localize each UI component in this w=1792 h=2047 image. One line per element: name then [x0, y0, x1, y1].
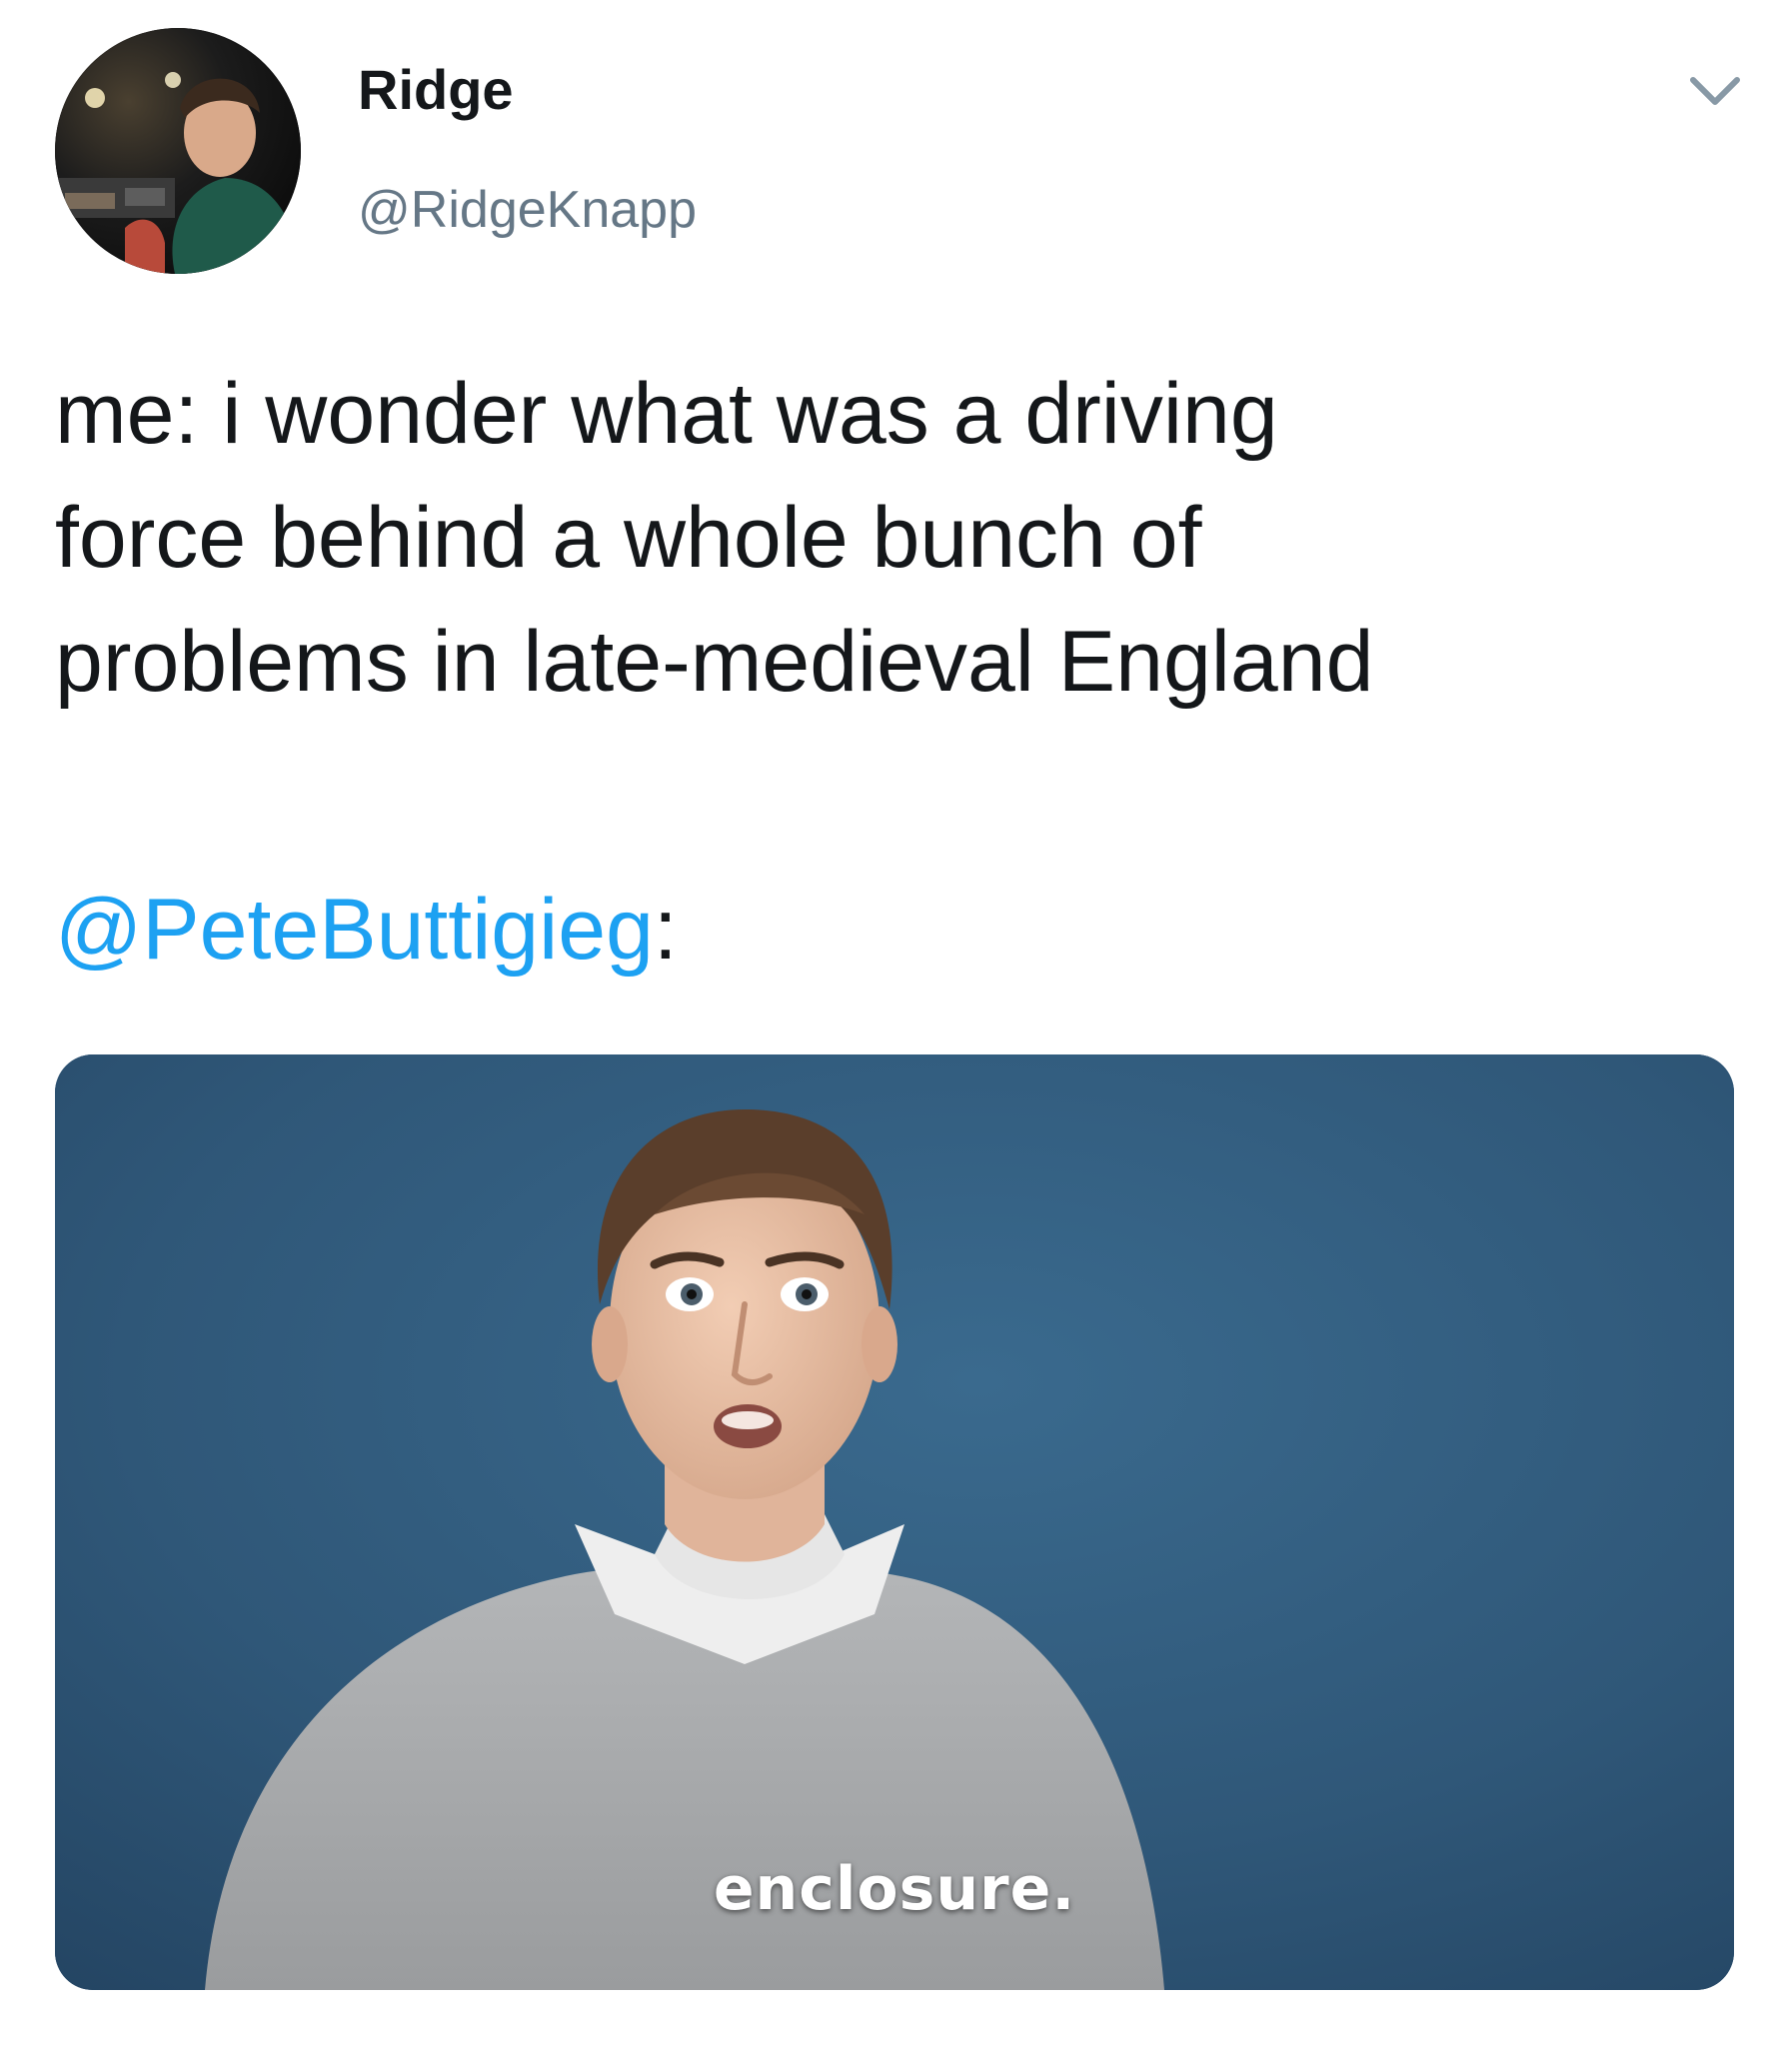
author-display-name[interactable]: Ridge: [358, 62, 514, 118]
mention-link[interactable]: @PeteButtigieg: [55, 882, 654, 978]
media-caption: enclosure.: [713, 1854, 1076, 1924]
mention-line: @PeteButtigieg:: [55, 868, 678, 992]
chevron-down-icon[interactable]: [1687, 72, 1743, 112]
tweet-text: me: i wonder what was a driving force be…: [55, 352, 1734, 724]
media-image: [55, 1054, 1734, 1990]
tweet-text-line: force behind a whole bunch of: [55, 490, 1202, 586]
tweet-card: Ridge @RidgeKnapp me: i wonder what was …: [0, 0, 1792, 2047]
avatar-image: [55, 28, 301, 274]
tweet-media[interactable]: enclosure.: [55, 1054, 1734, 1990]
tweet-text-line: problems in late-medieval England: [55, 614, 1374, 710]
author-handle[interactable]: @RidgeKnapp: [358, 184, 697, 236]
mention-suffix: :: [653, 882, 678, 978]
author-avatar[interactable]: [55, 28, 301, 274]
tweet-text-line: me: i wonder what was a driving: [55, 366, 1278, 462]
